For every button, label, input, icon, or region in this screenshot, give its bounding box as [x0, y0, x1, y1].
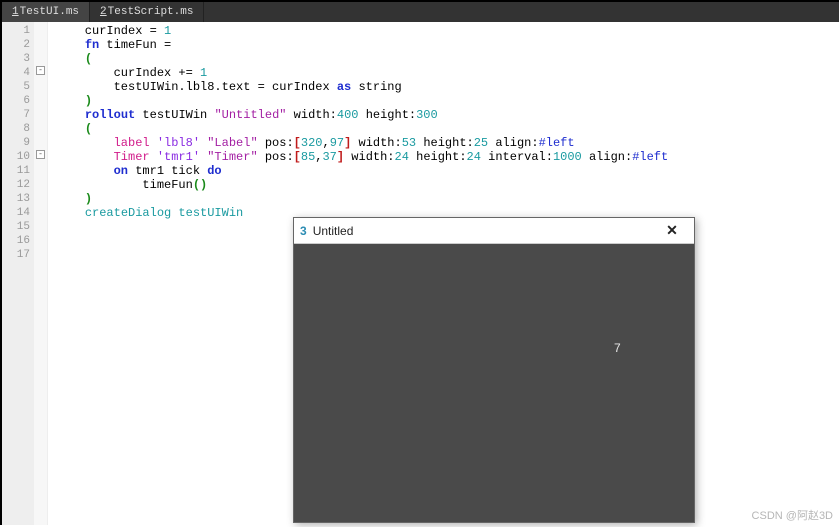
- line-gutter: 1234567891011121314151617: [2, 22, 34, 525]
- fold-toggle[interactable]: -: [36, 66, 45, 75]
- app-icon: 3: [300, 224, 307, 238]
- rollout-window: 3 Untitled ✕ 7: [293, 217, 695, 523]
- window-title: Untitled: [313, 224, 354, 238]
- watermark: CSDN @阿赵3D: [752, 507, 833, 523]
- file-tab[interactable]: 1 TestUI.ms: [2, 2, 90, 22]
- fold-gutter: --: [34, 22, 48, 525]
- label-lbl8: 7: [614, 341, 621, 355]
- editor-tabbar: 1 TestUI.ms2 TestScript.ms: [0, 0, 839, 22]
- close-button[interactable]: ✕: [656, 222, 688, 239]
- file-tab[interactable]: 2 TestScript.ms: [90, 2, 204, 22]
- rollout-body: 7: [294, 244, 694, 522]
- fold-toggle[interactable]: -: [36, 150, 45, 159]
- rollout-titlebar[interactable]: 3 Untitled ✕: [294, 218, 694, 244]
